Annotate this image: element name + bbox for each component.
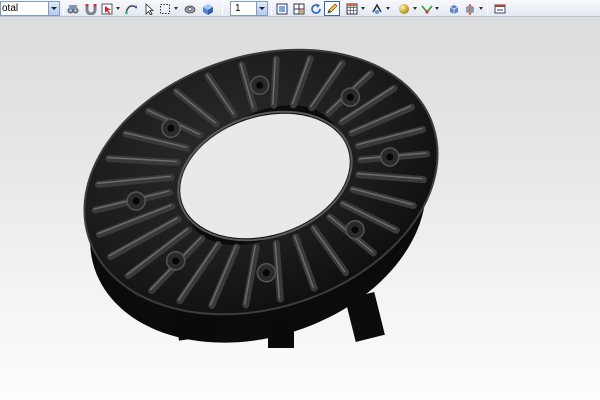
toolbar-separator — [487, 2, 488, 15]
chevron-down-icon[interactable] — [412, 1, 418, 16]
view-combo-value: 1 — [235, 3, 241, 14]
pointer-icon[interactable] — [142, 1, 156, 16]
chevron-down-icon[interactable] — [478, 1, 484, 16]
ribbed-disc-model — [83, 48, 439, 348]
graphics-viewport[interactable] — [0, 17, 600, 400]
bolt-boss — [161, 118, 181, 139]
bolt-boss — [249, 75, 270, 96]
trim-icon[interactable] — [420, 1, 434, 16]
chevron-down-icon[interactable] — [256, 2, 267, 15]
chevron-down-icon[interactable] — [360, 1, 366, 16]
chevron-down-icon[interactable] — [434, 1, 440, 16]
magnet-icon[interactable] — [84, 1, 98, 16]
bolt-boss — [380, 147, 400, 167]
chevron-down-icon[interactable] — [115, 1, 121, 16]
ring-icon[interactable] — [183, 1, 197, 16]
toolbar-separator — [222, 2, 223, 15]
sphere-icon[interactable] — [397, 1, 411, 16]
view-combo[interactable]: 1 — [230, 1, 268, 16]
binoculars-icon[interactable] — [66, 1, 80, 16]
grid-icon[interactable] — [345, 1, 359, 16]
toolbar-separator — [271, 2, 272, 15]
toolbar: otal 1 — [0, 0, 600, 17]
section-icon[interactable] — [463, 1, 477, 16]
pencil-icon[interactable] — [324, 1, 340, 16]
dotted-rectangle-icon[interactable] — [158, 1, 172, 16]
single-view-icon[interactable] — [275, 1, 289, 16]
layer-combo[interactable]: otal — [0, 1, 60, 16]
chevron-down-icon[interactable] — [385, 1, 391, 16]
bolt-boss — [256, 262, 277, 283]
chevron-down-icon[interactable] — [173, 1, 179, 16]
snap-icon[interactable] — [370, 1, 384, 16]
multi-view-icon[interactable] — [292, 1, 306, 16]
toolbar-separator — [63, 2, 64, 15]
orient-icon[interactable] — [447, 1, 461, 16]
bolt-boss — [165, 251, 186, 271]
fit-icon[interactable] — [493, 1, 507, 16]
layer-combo-value: otal — [2, 3, 19, 14]
bolt-boss — [126, 191, 146, 211]
bolt-boss — [340, 87, 361, 107]
curve-icon[interactable] — [124, 1, 138, 16]
bolt-boss — [345, 219, 365, 240]
shaded-solid-icon[interactable] — [201, 1, 215, 16]
chevron-down-icon[interactable] — [48, 2, 59, 15]
refresh-icon[interactable] — [309, 1, 323, 16]
selection-filter-icon[interactable] — [100, 1, 114, 16]
